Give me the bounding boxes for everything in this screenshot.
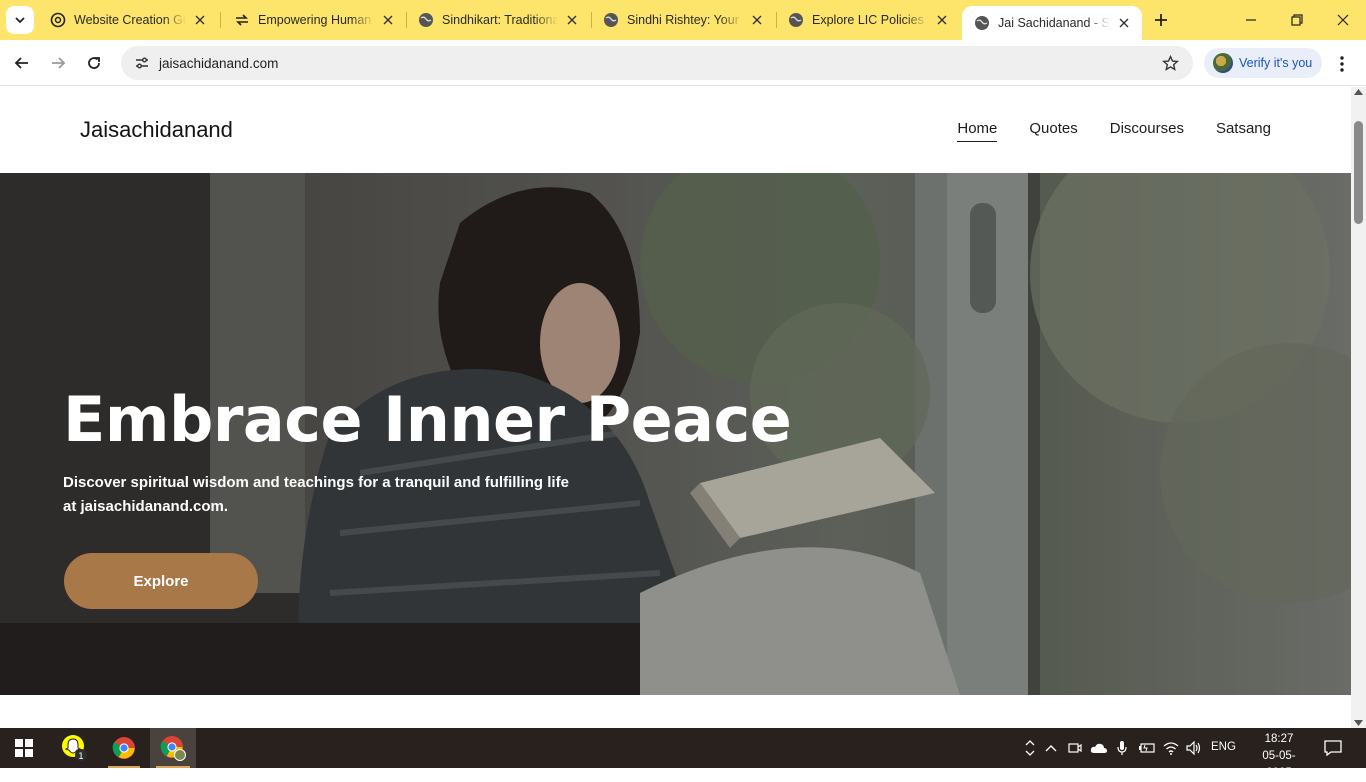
page-scrollbar[interactable] [1351,87,1366,728]
snapchat-icon: 1 [62,735,87,762]
profile-verify-button[interactable]: Verify it's you [1204,48,1322,78]
back-arrow-icon [14,57,28,69]
reload-button[interactable] [79,48,109,78]
meet-now-icon[interactable] [1065,728,1085,768]
plus-icon [1155,14,1167,26]
nav-discourses[interactable]: Discourses [1110,120,1184,142]
page-viewport: Jaisachidanand Home Quotes Discourses Sa… [0,87,1351,728]
globe-icon [974,15,990,31]
address-bar[interactable]: jaisachidanand.com [121,46,1193,80]
browser-toolbar: jaisachidanand.com Verify it's you [0,40,1366,86]
close-tab-icon[interactable] [749,12,765,28]
close-window-button[interactable] [1320,0,1366,40]
system-clock[interactable]: 18:27 05-05-2025 [1252,731,1306,782]
wifi-icon[interactable] [1160,728,1182,768]
tab-3[interactable]: Sindhi Rishtey: Your Match [591,6,775,34]
taskbar-chrome[interactable] [102,728,146,768]
nav-quotes[interactable]: Quotes [1029,120,1077,142]
tab-search-button[interactable] [6,6,34,34]
reload-icon [88,57,100,69]
volume-icon[interactable] [1183,728,1205,768]
taskbar-chrome-active[interactable] [150,728,196,768]
windows-taskbar: 1 ENG 18:27 05-05-2025 [0,728,1366,779]
restore-button[interactable] [1274,0,1320,40]
close-tab-icon[interactable] [1116,15,1132,31]
url-text: jaisachidanand.com [159,55,279,71]
back-button[interactable] [7,48,37,78]
hero-section: Embrace Inner Peace Discover spiritual w… [0,173,1351,695]
globe-icon [788,12,804,28]
windows-logo-icon [15,739,33,757]
start-button[interactable] [0,728,48,768]
bookmark-star-icon[interactable] [1155,54,1185,72]
globe-icon [603,12,619,28]
more-vertical-icon [1340,56,1344,72]
browser-menu-button[interactable] [1330,52,1354,76]
restore-icon [1291,14,1303,26]
notification-icon [1324,740,1342,756]
show-hidden-icons-button[interactable] [1042,728,1060,768]
tab-title: Empowering Human Potential [258,13,374,27]
chevron-down-icon [15,17,25,24]
chrome-icon [112,737,135,759]
chrome-profile-icon [160,736,186,761]
scrollbar-thumb[interactable] [1354,121,1363,224]
chevron-up-icon [1025,740,1035,756]
scroll-up-icon[interactable] [1354,89,1363,95]
site-settings-icon[interactable] [127,55,157,71]
scroll-down-icon[interactable] [1354,720,1363,726]
tab-title: Website Creation Guide [74,13,186,27]
onedrive-icon[interactable] [1088,728,1110,768]
tab-title: Sindhikart: Traditional [442,13,558,27]
close-tab-icon[interactable] [192,12,208,28]
arrows-icon [234,12,250,28]
tab-0[interactable]: Website Creation Guide [38,6,218,34]
site-header: Jaisachidanand Home Quotes Discourses Sa… [0,87,1351,173]
snapchat-badge: 1 [78,752,84,762]
tab-strip: Website Creation Guide Empowering Human … [0,0,1366,40]
minimize-button[interactable] [1228,0,1274,40]
tab-title: Jai Sachidanand - Spiritual [998,16,1110,30]
nav-satsang[interactable]: Satsang [1216,120,1271,142]
close-icon [1337,14,1349,26]
tab-title: Explore LIC Policies Online [812,13,928,27]
minimize-icon [1246,19,1256,21]
tab-1[interactable]: Empowering Human Potential [222,6,406,34]
tab-title: Sindhi Rishtey: Your Match [627,13,743,27]
close-tab-icon[interactable] [934,12,950,28]
tab-5-active[interactable]: Jai Sachidanand - Spiritual [962,6,1142,40]
microphone-icon[interactable] [1113,728,1131,768]
site-logo[interactable]: Jaisachidanand [80,117,233,143]
close-tab-icon[interactable] [564,12,580,28]
site-nav: Home Quotes Discourses Satsang [957,120,1271,142]
explore-button[interactable]: Explore [64,553,258,609]
clock-time: 18:27 [1264,733,1294,745]
overflow-up-button[interactable] [1022,728,1038,768]
globe-icon [418,12,434,28]
notifications-button[interactable] [1318,728,1348,768]
language-indicator[interactable]: ENG [1211,741,1236,753]
avatar [1213,53,1233,73]
hero-title: Embrace Inner Peace [63,383,792,456]
hero-subtitle: Discover spiritual wisdom and teachings … [63,474,569,515]
verify-label: Verify it's you [1239,56,1313,70]
battery-icon[interactable] [1136,728,1158,768]
forward-arrow-icon [52,57,66,69]
clock-date: 05-05-2025 [1262,750,1296,779]
new-tab-button[interactable] [1149,8,1173,32]
openai-icon [50,12,66,28]
close-tab-icon[interactable] [380,12,396,28]
nav-home[interactable]: Home [957,120,998,142]
caret-up-icon [1045,745,1057,752]
forward-button[interactable] [43,48,73,78]
tab-4[interactable]: Explore LIC Policies Online [776,6,960,34]
taskbar-snapchat[interactable]: 1 [52,728,98,768]
tab-separator [220,12,221,28]
tab-2[interactable]: Sindhikart: Traditional [406,6,590,34]
